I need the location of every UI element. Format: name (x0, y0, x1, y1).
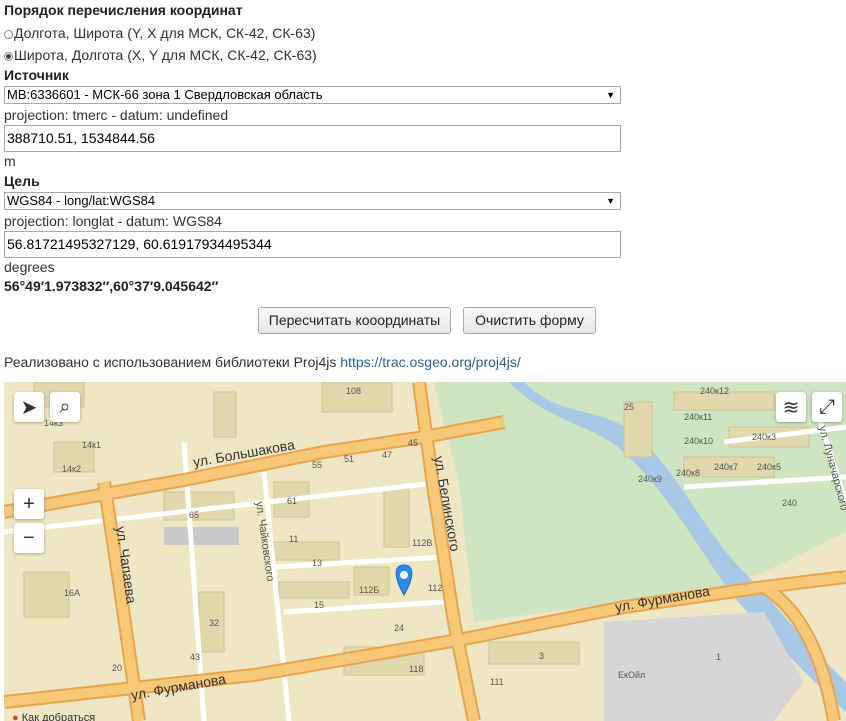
map-view[interactable]: ул. Большакова ул. Белинского ул. Чапаев… (4, 382, 846, 721)
source-units: m (4, 153, 16, 169)
house-number: 240к11 (684, 412, 712, 422)
radio-latlon[interactable] (4, 52, 13, 61)
house-number: 108 (346, 386, 361, 396)
geolocation-icon[interactable]: ➤ (14, 392, 44, 422)
clear-button[interactable]: Очистить форму (463, 307, 596, 334)
house-number: ЕкОйл (618, 670, 645, 680)
zoom-out-button[interactable]: − (14, 523, 44, 553)
source-select-value: МВ:6336601 - МСК-66 зона 1 Свердловская … (7, 87, 323, 102)
house-number: 112В (412, 538, 432, 548)
proj4js-link[interactable]: https://trac.osgeo.org/proj4js/ (340, 354, 521, 370)
credit-line: Реализовано с использованием библиотеки … (4, 354, 521, 370)
house-number: 240к12 (700, 386, 729, 396)
layers-icon[interactable]: ≋ (776, 392, 806, 422)
target-select[interactable]: WGS84 - long/lat:WGS84 ▼ (4, 192, 621, 210)
house-number: 112Б (359, 585, 379, 595)
house-number: 11 (289, 534, 298, 544)
house-number: 240к9 (638, 474, 662, 484)
order-option-lonlat[interactable]: Долгота, Широта (Y, X для МСК, СК-42, СК… (4, 25, 315, 41)
house-number: 61 (287, 496, 297, 506)
target-select-value: WGS84 - long/lat:WGS84 (7, 193, 156, 208)
house-number: 112 (428, 583, 442, 593)
fullscreen-icon[interactable]: ⤢ (812, 392, 842, 422)
house-number: 3 (539, 651, 544, 661)
target-heading: Цель (4, 173, 40, 189)
credit-text: Реализовано с использованием библиотеки … (4, 354, 337, 370)
source-projection: projection: tmerc - datum: undefined (4, 107, 229, 123)
house-number: 45 (408, 438, 418, 448)
map-canvas[interactable]: ул. Большакова ул. Белинского ул. Чапаев… (4, 382, 846, 721)
source-select[interactable]: МВ:6336601 - МСК-66 зона 1 Свердловская … (4, 86, 621, 104)
house-number: 15 (314, 600, 324, 610)
order-option-label: Широта, Долгота (X, Y для МСК, СК-42, СК… (14, 47, 317, 63)
source-heading: Источник (4, 67, 69, 83)
source-coords-input[interactable]: 388710.51, 1534844.56 (4, 125, 621, 152)
house-number: 65 (189, 510, 199, 520)
house-number: 24 (394, 623, 404, 633)
target-projection: projection: longlat - datum: WGS84 (4, 213, 222, 229)
house-number: 14к2 (62, 464, 81, 474)
route-pin-icon: ● (12, 712, 19, 721)
route-hint-label: Как добраться (21, 712, 96, 721)
dropdown-arrow-icon: ▼ (606, 90, 615, 100)
order-heading: Порядок перечисления координат (4, 2, 243, 18)
house-number: 20 (112, 663, 122, 673)
house-number: 240 (782, 498, 797, 508)
house-number: 47 (382, 450, 392, 460)
house-number: 16А (64, 588, 80, 598)
search-icon[interactable]: ⌕ (50, 392, 80, 422)
recalc-button[interactable]: Пересчитать кооординаты (258, 307, 451, 334)
zoom-in-button[interactable]: + (14, 489, 44, 519)
house-number: 13 (312, 558, 322, 568)
target-units: degrees (4, 259, 55, 275)
house-number: 240к10 (684, 436, 713, 446)
house-number: 240к5 (757, 462, 781, 472)
house-number: 55 (312, 460, 322, 470)
house-number: 43 (190, 652, 200, 662)
house-number: 118 (409, 664, 423, 674)
house-number: 32 (209, 618, 219, 628)
house-number: 1 (716, 652, 721, 662)
route-hint[interactable]: ● Как добраться (12, 712, 95, 721)
house-number: 25 (624, 402, 634, 412)
house-number: 240к3 (752, 432, 776, 442)
radio-lonlat[interactable] (4, 30, 13, 39)
house-number: 240к8 (676, 468, 700, 478)
house-number: 51 (344, 454, 354, 464)
order-option-latlon[interactable]: Широта, Долгота (X, Y для МСК, СК-42, СК… (4, 47, 317, 63)
house-number: 240к7 (714, 462, 738, 472)
target-dms: 56°49′1.973832″,60°37′9.045642″ (4, 278, 219, 294)
target-coords-input[interactable]: 56.81721495327129, 60.61917934495344 (4, 231, 621, 258)
order-option-label: Долгота, Широта (Y, X для МСК, СК-42, СК… (14, 25, 316, 41)
house-number: 111 (490, 677, 504, 687)
house-number: 14к1 (82, 440, 101, 450)
dropdown-arrow-icon: ▼ (606, 196, 615, 206)
